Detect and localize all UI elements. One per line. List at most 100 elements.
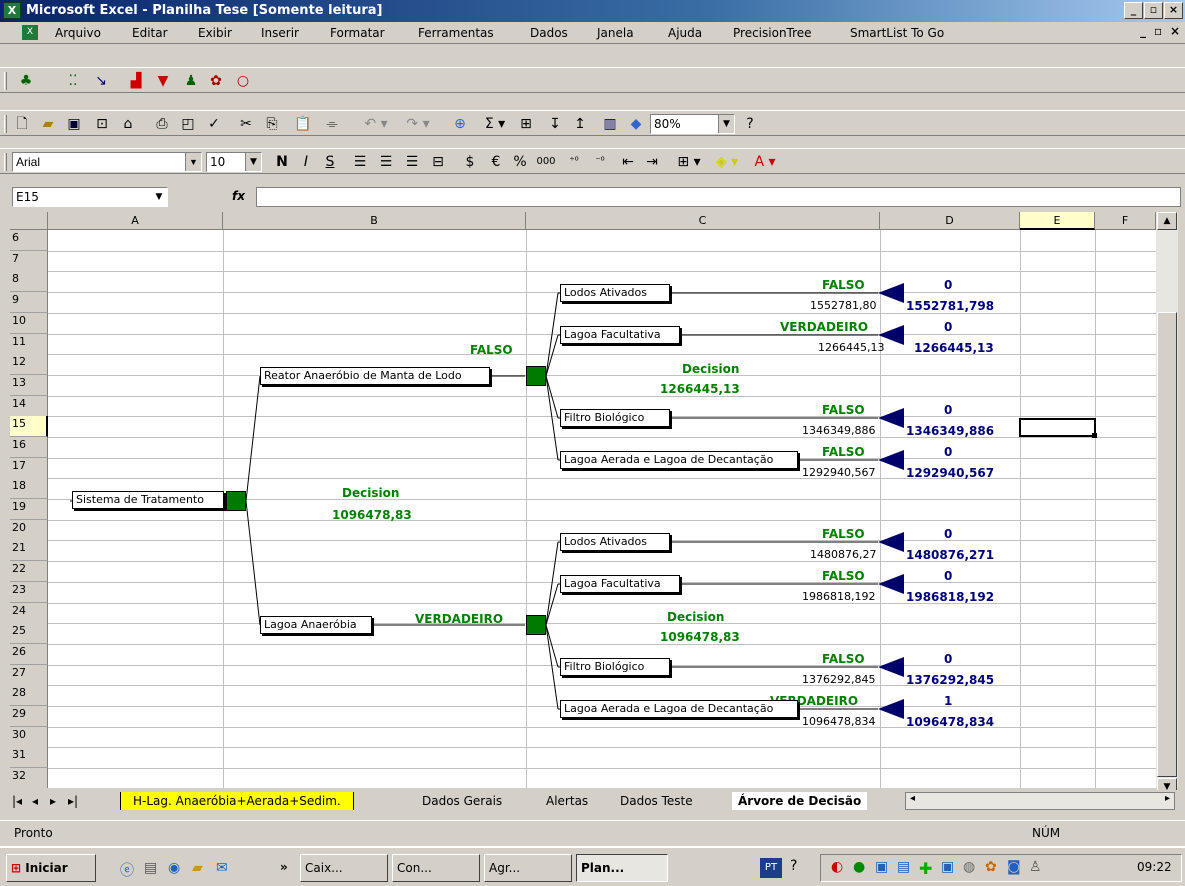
scroll-right-button[interactable]: ▸ [1165, 793, 1170, 804]
font-combo[interactable]: Arial ▼ [12, 152, 202, 172]
vertical-scrollbar[interactable]: ▲ ▼ [1156, 212, 1178, 796]
chevron-down-icon[interactable]: ▼ [245, 153, 261, 171]
chevron-right-icon[interactable]: » [280, 860, 288, 874]
fill-handle[interactable] [1092, 433, 1097, 438]
folder-icon[interactable]: ▰ [192, 860, 203, 876]
autosum-icon[interactable]: Σ ▾ [478, 114, 512, 134]
terminal-node-icon[interactable] [878, 699, 904, 719]
euro-icon[interactable]: € [486, 152, 506, 172]
menu-formatar[interactable]: Formatar [330, 26, 385, 40]
plus-icon[interactable]: ✚ [919, 859, 932, 878]
function-insert-icon[interactable]: fx [232, 189, 245, 203]
terminal-node-icon[interactable] [878, 283, 904, 303]
arrow-icon[interactable]: ↘ [90, 71, 112, 91]
menu-ajuda[interactable]: Ajuda [668, 26, 702, 40]
menu-inserir[interactable]: Inserir [261, 26, 299, 40]
decrease-decimal-icon[interactable]: ⁻⁰ [588, 152, 612, 172]
taskbar-item-con[interactable]: Con... [392, 854, 480, 882]
doc-close-button[interactable]: × [1170, 24, 1180, 38]
currency-icon[interactable]: $ [460, 152, 480, 172]
open-icon[interactable]: ▰ [38, 114, 58, 134]
name-box[interactable]: E15 ▼ [12, 187, 168, 207]
redo-icon[interactable]: ↷ ▾ [398, 114, 438, 134]
help-tray-icon[interactable]: ? [790, 858, 797, 874]
tab-arvore-decisao[interactable]: Árvore de Decisão [732, 792, 868, 810]
chevron-down-icon[interactable]: ▼ [718, 115, 734, 133]
chevron-down-icon[interactable]: ▼ [151, 188, 167, 206]
scroll-up-button[interactable]: ▲ [1157, 212, 1177, 230]
menu-smartlist[interactable]: SmartList To Go [850, 26, 944, 40]
node-root[interactable]: Sistema de Tratamento [72, 491, 224, 509]
increase-indent-icon[interactable]: ⇥ [642, 152, 662, 172]
font-size-combo[interactable]: 10 ▼ [206, 152, 262, 172]
zoom-icon[interactable]: ○ [232, 71, 254, 91]
leaf-lagoa-aerada-2[interactable]: Lagoa Aerada e Lagoa de Decantação [560, 700, 798, 718]
taskbar-item-caix[interactable]: Caix... [300, 854, 388, 882]
menu-editar[interactable]: Editar [132, 26, 168, 40]
function-icon[interactable]: ⊞ [516, 114, 536, 134]
format-painter-icon[interactable]: ⌯ [322, 114, 342, 134]
copy-icon[interactable]: ⎘ [262, 114, 282, 134]
terminal-node-icon[interactable] [878, 574, 904, 594]
taskbar-item-agr[interactable]: Agr... [484, 854, 572, 882]
leaf-lagoa-aerada-1[interactable]: Lagoa Aerada e Lagoa de Decantação [560, 451, 798, 469]
fill-color-icon[interactable]: ◈ ▾ [710, 152, 744, 172]
decision-node-lagoa[interactable] [526, 615, 546, 635]
chevron-down-icon[interactable]: ▼ [185, 153, 201, 171]
workbook-icon[interactable]: X [22, 25, 38, 40]
paste-icon[interactable]: 📋 [288, 114, 318, 134]
sort-desc-icon[interactable]: ↥ [570, 114, 590, 134]
print-icon[interactable]: ⎙ [152, 114, 172, 134]
tab-dados-teste[interactable]: Dados Teste [620, 792, 693, 810]
outlook-icon[interactable]: ✉ [216, 860, 228, 876]
leaf-lagoa-facultativa-2[interactable]: Lagoa Facultativa [560, 575, 680, 593]
email-icon[interactable]: ⌂ [118, 114, 138, 134]
print-preview-icon[interactable]: ◰ [178, 114, 198, 134]
formula-input[interactable] [256, 187, 1181, 207]
italic-button[interactable]: I [296, 152, 316, 172]
hyperlink-icon[interactable]: ⊕ [450, 114, 470, 134]
close-button[interactable]: × [1164, 2, 1183, 19]
tray-icon[interactable]: ♙ [1029, 859, 1042, 875]
thousands-icon[interactable]: 000 [534, 152, 558, 172]
ie-icon[interactable]: ⓔ [120, 860, 134, 880]
worksheet-grid[interactable]: A B C D E F 6 7 8 9 10 11 12 13 14 15 16 17 18 19 20 21… [10, 212, 1156, 788]
doc-minimize-button[interactable]: _ [1140, 24, 1146, 38]
terminal-node-icon[interactable] [878, 408, 904, 428]
tray-icon[interactable]: ▤ [897, 859, 910, 875]
cut-icon[interactable]: ✂ [236, 114, 256, 134]
tray-icon[interactable]: ◐ [831, 859, 843, 875]
language-indicator[interactable]: PT [760, 858, 782, 878]
tab-last-icon[interactable]: ▸| [68, 792, 78, 810]
decision-node-reator[interactable] [526, 366, 546, 386]
tray-icon[interactable]: ✿ [985, 859, 997, 875]
sort-asc-icon[interactable]: ↧ [545, 114, 565, 134]
chart-icon[interactable]: ▟ [125, 71, 147, 91]
terminal-node-icon[interactable] [878, 325, 904, 345]
tree-icon[interactable]: ♣ [15, 71, 37, 91]
bold-button[interactable]: N [272, 152, 292, 172]
save-icon[interactable]: ▣ [64, 114, 84, 134]
palette-icon[interactable]: ✿ [205, 71, 227, 91]
decrease-indent-icon[interactable]: ⇤ [618, 152, 638, 172]
media-icon[interactable]: ◉ [168, 860, 180, 876]
tab-prev-icon[interactable]: ◂ [32, 792, 38, 810]
desktop-icon[interactable]: ▤ [144, 860, 157, 876]
undo-icon[interactable]: ↶ ▾ [356, 114, 396, 134]
menu-ferramentas[interactable]: Ferramentas [418, 26, 494, 40]
tray-icon[interactable]: ▣ [875, 859, 888, 875]
percent-icon[interactable]: % [510, 152, 530, 172]
excel-icon[interactable]: X [3, 2, 21, 19]
menu-dados[interactable]: Dados [530, 26, 568, 40]
align-right-icon[interactable]: ☰ [402, 152, 422, 172]
maximize-button[interactable]: ▫ [1144, 2, 1163, 19]
node-branch-lagoa-anaerobia[interactable]: Lagoa Anaeróbia [260, 616, 372, 634]
tab-dados-gerais[interactable]: Dados Gerais [422, 792, 502, 810]
borders-icon[interactable]: ⊞ ▾ [672, 152, 706, 172]
new-icon[interactable]: 🗋 [12, 114, 32, 134]
tray-icon[interactable]: ● [853, 859, 865, 875]
node-icon[interactable]: ♟ [180, 71, 202, 91]
terminal-node-icon[interactable] [878, 657, 904, 677]
spelling-icon[interactable]: ✓ [204, 114, 224, 134]
minimize-button[interactable]: _ [1124, 2, 1143, 19]
